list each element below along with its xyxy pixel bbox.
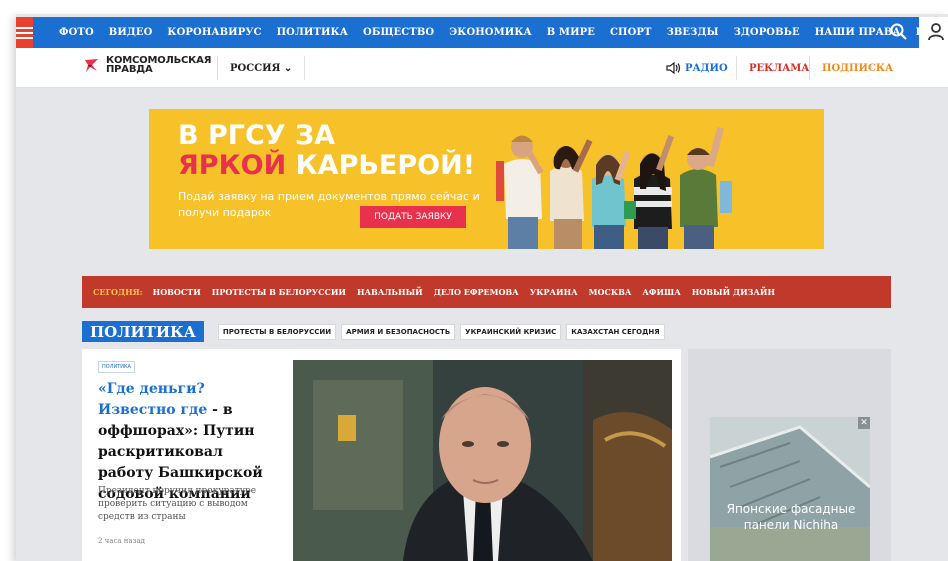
students-photo — [496, 126, 732, 249]
section-header: ПОЛИТИКА ПРОТЕСТЫ В БЕЛОРУССИИ АРМИЯ И БЕ… — [82, 321, 670, 342]
nav-link[interactable]: ПОЛИТИКА — [277, 27, 348, 38]
article-lead: Президент поручил прокуратуре проверить … — [98, 486, 257, 522]
section-tag[interactable]: АРМИЯ И БЕЗОПАСНОСТЬ — [341, 323, 456, 340]
user-icon — [928, 23, 944, 41]
subscribe-link[interactable]: ПОДПИСКА — [809, 56, 905, 80]
site-logo[interactable]: КОМСОМОЛЬСКАЯ ПРАВДА — [84, 56, 211, 75]
trending-item[interactable]: УКРАИНА — [530, 287, 578, 297]
banner-headline-2: ЯРКОЙ КАРЬЕРОЙ! — [178, 150, 476, 181]
radio-link[interactable]: РАДИО — [666, 48, 728, 88]
region-selector[interactable]: РОССИЯ ⌄ — [217, 56, 306, 80]
article-photo[interactable] — [293, 360, 672, 561]
nav-link[interactable]: СПОРТ — [610, 27, 652, 38]
nav-link[interactable]: ЗВЕЗДЫ — [667, 27, 719, 38]
search-icon[interactable] — [888, 21, 910, 43]
browser-viewport: ФОТО ВИДЕО КОРОНАВИРУС ПОЛИТИКА ОБЩЕСТВО ЭКОН… — [16, 14, 948, 561]
nav-link[interactable]: ОБЩЕСТВО — [363, 27, 434, 38]
nav-link[interactable]: КОРОНАВИРУС — [167, 27, 261, 38]
banner-headline-1: В РГСУ ЗА — [178, 120, 336, 151]
trending-item[interactable]: НОВЫЙ ДИЗАЙН — [692, 287, 775, 297]
speaker-icon — [666, 62, 681, 74]
trending-item[interactable]: НАВАЛЬНЫЙ — [357, 287, 423, 297]
section-title[interactable]: ПОЛИТИКА — [82, 321, 204, 342]
section-tag[interactable]: КАЗАХСТАН СЕГОДНЯ — [566, 323, 665, 340]
trending-item[interactable]: ДЕЛО ЕФРЕМОВА — [434, 287, 519, 297]
trending-item[interactable]: АФИША — [642, 287, 680, 297]
close-icon[interactable]: ✕ — [858, 417, 870, 429]
radio-label: РАДИО — [685, 62, 728, 74]
nav-link[interactable]: ВИДЕО — [109, 27, 153, 38]
trending-bar: СЕГОДНЯ: НОВОСТИ ПРОТЕСТЫ В БЕЛОРУССИИ НАВ… — [82, 276, 891, 308]
nav-link[interactable]: ФОТО — [59, 27, 94, 38]
top-navigation: ФОТО ВИДЕО КОРОНАВИРУС ПОЛИТИКА ОБЩЕСТВО ЭКОН… — [16, 17, 948, 48]
trending-item[interactable]: МОСКВА — [589, 287, 632, 297]
sidebar-column: ✕ Японские фасадные панели Nichiha — [688, 349, 891, 561]
nav-links: ФОТО ВИДЕО КОРОНАВИРУС ПОЛИТИКА ОБЩЕСТВО ЭКОН… — [59, 27, 948, 38]
trending-item[interactable]: ПРОТЕСТЫ В БЕЛОРУССИИ — [212, 287, 346, 297]
section-tags: ПРОТЕСТЫ В БЕЛОРУССИИ АРМИЯ И БЕЗОПАСНОСТ… — [217, 323, 670, 340]
trending-items: НОВОСТИ ПРОТЕСТЫ В БЕЛОРУССИИ НАВАЛЬНЫЙ ДЕЛ… — [153, 287, 786, 297]
sidebar-ad[interactable]: ✕ Японские фасадные панели Nichiha — [710, 417, 870, 561]
banner-cta-button[interactable]: ПОДАТЬ ЗАЯВКУ — [360, 206, 466, 228]
ad-image — [710, 417, 870, 561]
hamburger-menu-icon[interactable] — [16, 17, 33, 48]
promo-banner[interactable]: В РГСУ ЗА ЯРКОЙ КАРЬЕРОЙ! Подай заявку н… — [149, 109, 824, 249]
section-tag[interactable]: УКРАИНСКИЙ КРИЗИС — [460, 323, 562, 340]
logo-line2: ПРАВДА — [106, 64, 153, 75]
lead-article-card[interactable]: ПОЛИТИКА «Где деньги? Известно где - в о… — [82, 349, 681, 561]
article-timestamp: 2 часа назад — [98, 537, 145, 545]
nav-link[interactable]: ЭКОНОМИКА — [449, 27, 532, 38]
trending-today-label: СЕГОДНЯ: — [93, 287, 143, 297]
user-account-button[interactable] — [919, 17, 948, 48]
nav-link[interactable]: В МИРЕ — [547, 27, 595, 38]
sub-header: КОМСОМОЛЬСКАЯ ПРАВДА РОССИЯ ⌄ РАДИО РЕКЛ… — [16, 48, 948, 88]
ad-text: Японские фасадные панели Nichiha — [726, 502, 856, 532]
nav-link[interactable]: ЗДОРОВЬЕ — [734, 27, 800, 38]
trending-item[interactable]: НОВОСТИ — [153, 287, 201, 297]
section-tag[interactable]: ПРОТЕСТЫ В БЕЛОРУССИИ — [217, 323, 337, 340]
article-rubric[interactable]: ПОЛИТИКА — [98, 361, 135, 373]
logo-star-icon — [85, 59, 98, 72]
